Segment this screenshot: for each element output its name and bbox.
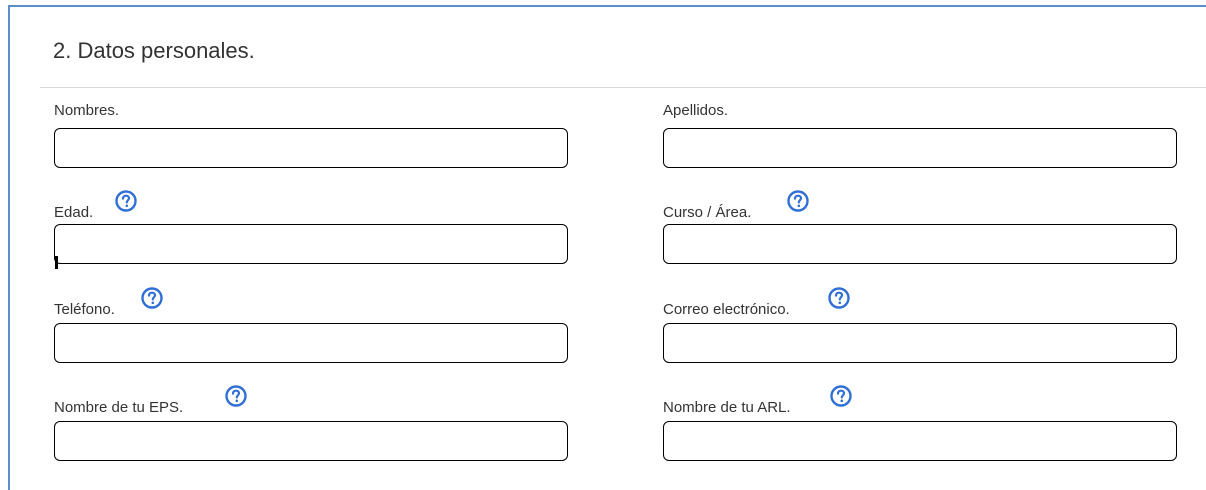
arl-input[interactable]: [663, 421, 1177, 461]
arl-label: Nombre de tu ARL.: [663, 399, 791, 416]
section-divider: [40, 87, 1206, 88]
eps-label: Nombre de tu EPS.: [54, 399, 184, 416]
help-correo-icon[interactable]: [828, 287, 850, 309]
eps-input[interactable]: [54, 421, 568, 461]
section-title: 2. Datos personales.: [53, 38, 255, 63]
text-cursor: [55, 256, 58, 269]
nombres-label: Nombres.: [54, 102, 120, 119]
help-telefono-icon[interactable]: [141, 287, 163, 309]
curso-label: Curso / Área.: [663, 204, 752, 221]
telefono-input[interactable]: [54, 323, 568, 363]
apellidos-label: Apellidos.: [663, 102, 729, 119]
correo-input[interactable]: [663, 323, 1177, 363]
help-edad-icon[interactable]: [115, 190, 137, 212]
nombres-input[interactable]: [54, 128, 568, 168]
telefono-label: Teléfono.: [54, 301, 115, 318]
curso-input[interactable]: [663, 224, 1177, 264]
help-curso-icon[interactable]: [787, 190, 809, 212]
edad-label: Edad.: [54, 204, 94, 221]
edad-input[interactable]: [54, 224, 568, 264]
apellidos-input[interactable]: [663, 128, 1177, 168]
help-arl-icon[interactable]: [830, 385, 852, 407]
help-eps-icon[interactable]: [225, 385, 247, 407]
correo-label: Correo electrónico.: [663, 301, 790, 318]
